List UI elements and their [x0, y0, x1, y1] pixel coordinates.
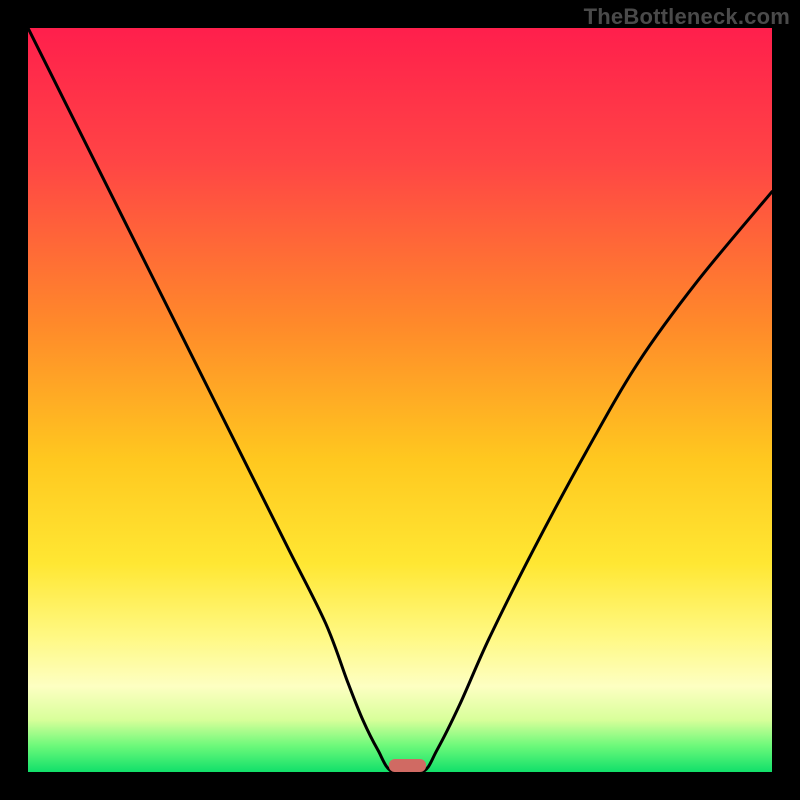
min-marker: [389, 759, 426, 772]
gradient-background: [28, 28, 772, 772]
watermark-text: TheBottleneck.com: [584, 4, 790, 30]
chart-frame: TheBottleneck.com: [0, 0, 800, 800]
bottleneck-curve-chart: [28, 28, 772, 772]
plot-area: [28, 28, 772, 772]
